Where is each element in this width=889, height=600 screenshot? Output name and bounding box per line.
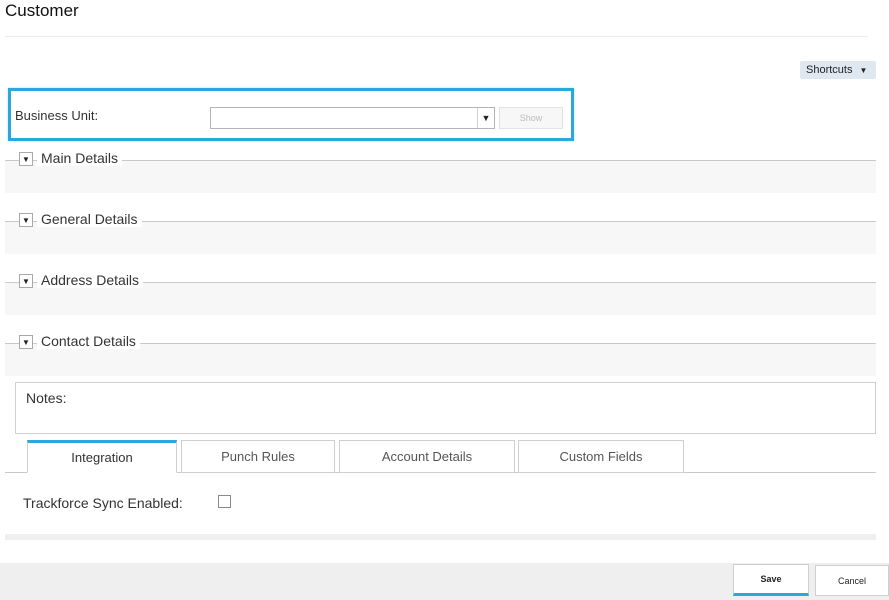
collapse-toggle-icon[interactable]: ▼: [19, 152, 33, 166]
section-band: [5, 160, 876, 193]
trackforce-sync-checkbox[interactable]: [218, 495, 231, 508]
section-divider: [5, 160, 876, 161]
business-unit-select[interactable]: ▼: [210, 107, 495, 129]
collapse-toggle-icon[interactable]: ▼: [19, 335, 33, 349]
section-label: Contact Details: [37, 333, 140, 349]
cancel-button[interactable]: Cancel: [815, 565, 889, 596]
collapse-toggle-icon[interactable]: ▼: [19, 274, 33, 288]
section-main-details: ▼ Main Details: [5, 146, 876, 193]
tab-integration[interactable]: Integration: [27, 440, 177, 473]
shortcuts-button[interactable]: Shortcuts ▼: [800, 61, 876, 79]
trackforce-sync-label: Trackforce Sync Enabled:: [23, 495, 183, 511]
tab-punch-rules[interactable]: Punch Rules: [181, 440, 335, 473]
page-title: Customer: [5, 1, 79, 20]
notes-field[interactable]: Notes:: [15, 382, 876, 434]
section-general-details: ▼ General Details: [5, 207, 876, 254]
caret-down-icon: ▼: [859, 65, 868, 75]
section-contact-details: ▼ Contact Details: [5, 329, 876, 376]
dropdown-arrow-icon[interactable]: ▼: [477, 108, 494, 128]
content-bottom-strip: [5, 534, 876, 540]
section-label: General Details: [37, 211, 142, 227]
section-address-details: ▼ Address Details: [5, 268, 876, 315]
shortcuts-label: Shortcuts: [806, 64, 853, 76]
section-label: Main Details: [37, 150, 123, 166]
tab-account-details[interactable]: Account Details: [339, 440, 515, 473]
section-label: Address Details: [37, 272, 144, 288]
save-button[interactable]: Save: [733, 564, 809, 596]
notes-label: Notes:: [26, 390, 67, 406]
show-button[interactable]: Show: [499, 107, 563, 129]
title-divider: [5, 36, 868, 37]
business-unit-label: Business Unit:: [15, 108, 99, 123]
tab-custom-fields[interactable]: Custom Fields: [518, 440, 684, 473]
collapse-toggle-icon[interactable]: ▼: [19, 213, 33, 227]
